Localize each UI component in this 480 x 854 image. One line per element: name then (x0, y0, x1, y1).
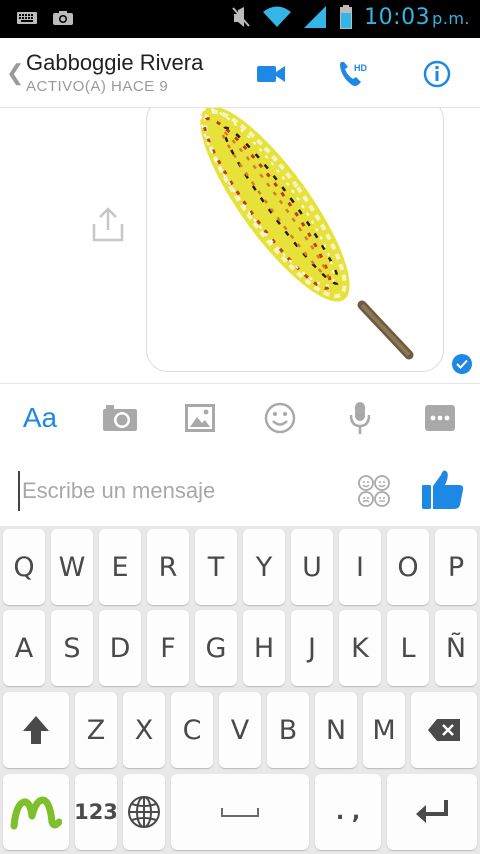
key-x[interactable]: X (123, 692, 165, 768)
key-a[interactable]: A (3, 610, 45, 686)
gallery-button[interactable] (180, 398, 220, 438)
more-icon (425, 405, 455, 431)
key-z[interactable]: Z (75, 692, 117, 768)
image-message[interactable] (146, 108, 444, 372)
key-ñ[interactable]: Ñ (435, 610, 477, 686)
movistar-key[interactable] (3, 774, 69, 850)
key-y[interactable]: Y (243, 529, 285, 605)
back-chevron-icon[interactable]: ❮ (6, 60, 24, 86)
message-list[interactable] (0, 108, 480, 383)
share-icon[interactable] (90, 206, 126, 244)
key-u[interactable]: U (291, 529, 333, 605)
enter-icon (416, 800, 448, 823)
info-icon (423, 60, 451, 88)
shift-key[interactable] (3, 692, 69, 768)
key-v[interactable]: V (219, 692, 261, 768)
camera-notification-icon (53, 11, 73, 25)
message-input-row (0, 451, 480, 526)
key-g[interactable]: G (195, 610, 237, 686)
seen-indicator (452, 354, 472, 374)
status-time: 10:03 p.m. (364, 5, 470, 30)
key-f[interactable]: F (147, 610, 189, 686)
video-call-button[interactable] (254, 58, 288, 90)
key-r[interactable]: R (147, 529, 189, 605)
contact-status: ACTIVO(A) HACE 9 (26, 78, 169, 95)
key-l[interactable]: L (387, 610, 429, 686)
movistar-logo-icon (10, 796, 62, 830)
punctuation-key-label: . , (335, 799, 361, 825)
key-d[interactable]: D (99, 610, 141, 686)
text-format-label: Aa (22, 402, 58, 433)
status-bar: 10:03 p.m. (0, 0, 480, 38)
corn-on-stick-image (200, 108, 414, 360)
hd-badge: HD (354, 63, 367, 73)
contact-name[interactable]: Gabboggie Rivera (26, 50, 203, 76)
gallery-icon (185, 404, 215, 432)
status-time-value: 10:03 (364, 4, 431, 30)
key-n[interactable]: N (315, 692, 357, 768)
sticker-icon[interactable] (356, 473, 392, 509)
key-q[interactable]: Q (3, 529, 45, 605)
conversation-header: ❮ Gabboggie Rivera ACTIVO(A) HACE 9 HD (0, 38, 480, 108)
space-bar-icon (221, 808, 259, 817)
check-icon (456, 359, 468, 369)
key-e[interactable]: E (99, 529, 141, 605)
battery-icon (340, 5, 353, 29)
key-w[interactable]: W (51, 529, 93, 605)
message-input[interactable] (18, 471, 338, 511)
text-format-button[interactable]: Aa (20, 398, 60, 438)
status-ampm: p.m. (432, 8, 470, 28)
wifi-icon (263, 6, 292, 27)
key-b[interactable]: B (267, 692, 309, 768)
punctuation-key[interactable]: . , (315, 774, 381, 850)
camera-button[interactable] (100, 398, 140, 438)
mute-icon (232, 7, 250, 27)
microphone-button[interactable] (340, 398, 380, 438)
key-p[interactable]: P (435, 529, 477, 605)
key-k[interactable]: K (339, 610, 381, 686)
key-c[interactable]: C (171, 692, 213, 768)
numbers-key-label: 123 (74, 800, 118, 824)
key-i[interactable]: I (339, 529, 381, 605)
enter-key[interactable] (387, 774, 477, 850)
hd-call-button[interactable]: HD (336, 58, 370, 90)
key-h[interactable]: H (243, 610, 285, 686)
keyboard: 123 . , QWERTYUIOP ASDFGHJKLÑ ZXCVBNM (0, 526, 480, 854)
hd-call-icon: HD (340, 62, 367, 86)
key-s[interactable]: S (51, 610, 93, 686)
backspace-key[interactable] (411, 692, 477, 768)
keyboard-icon (17, 12, 37, 24)
shift-arrow-icon (23, 716, 49, 744)
thumbs-up-icon[interactable] (420, 467, 466, 513)
video-call-icon (257, 66, 285, 82)
globe-icon (128, 796, 160, 828)
space-key[interactable] (171, 774, 309, 850)
key-j[interactable]: J (291, 610, 333, 686)
emoji-icon (264, 402, 296, 434)
emoji-button[interactable] (260, 398, 300, 438)
more-button[interactable] (420, 398, 460, 438)
key-t[interactable]: T (195, 529, 237, 605)
backspace-icon (428, 719, 460, 741)
key-m[interactable]: M (363, 692, 405, 768)
composer-toolbar: Aa (0, 383, 480, 451)
camera-icon (103, 405, 137, 431)
info-button[interactable] (420, 58, 454, 90)
numbers-key[interactable]: 123 (74, 774, 118, 850)
signal-icon (304, 6, 327, 28)
microphone-icon (349, 402, 371, 434)
language-key[interactable] (123, 774, 165, 850)
key-o[interactable]: O (387, 529, 429, 605)
